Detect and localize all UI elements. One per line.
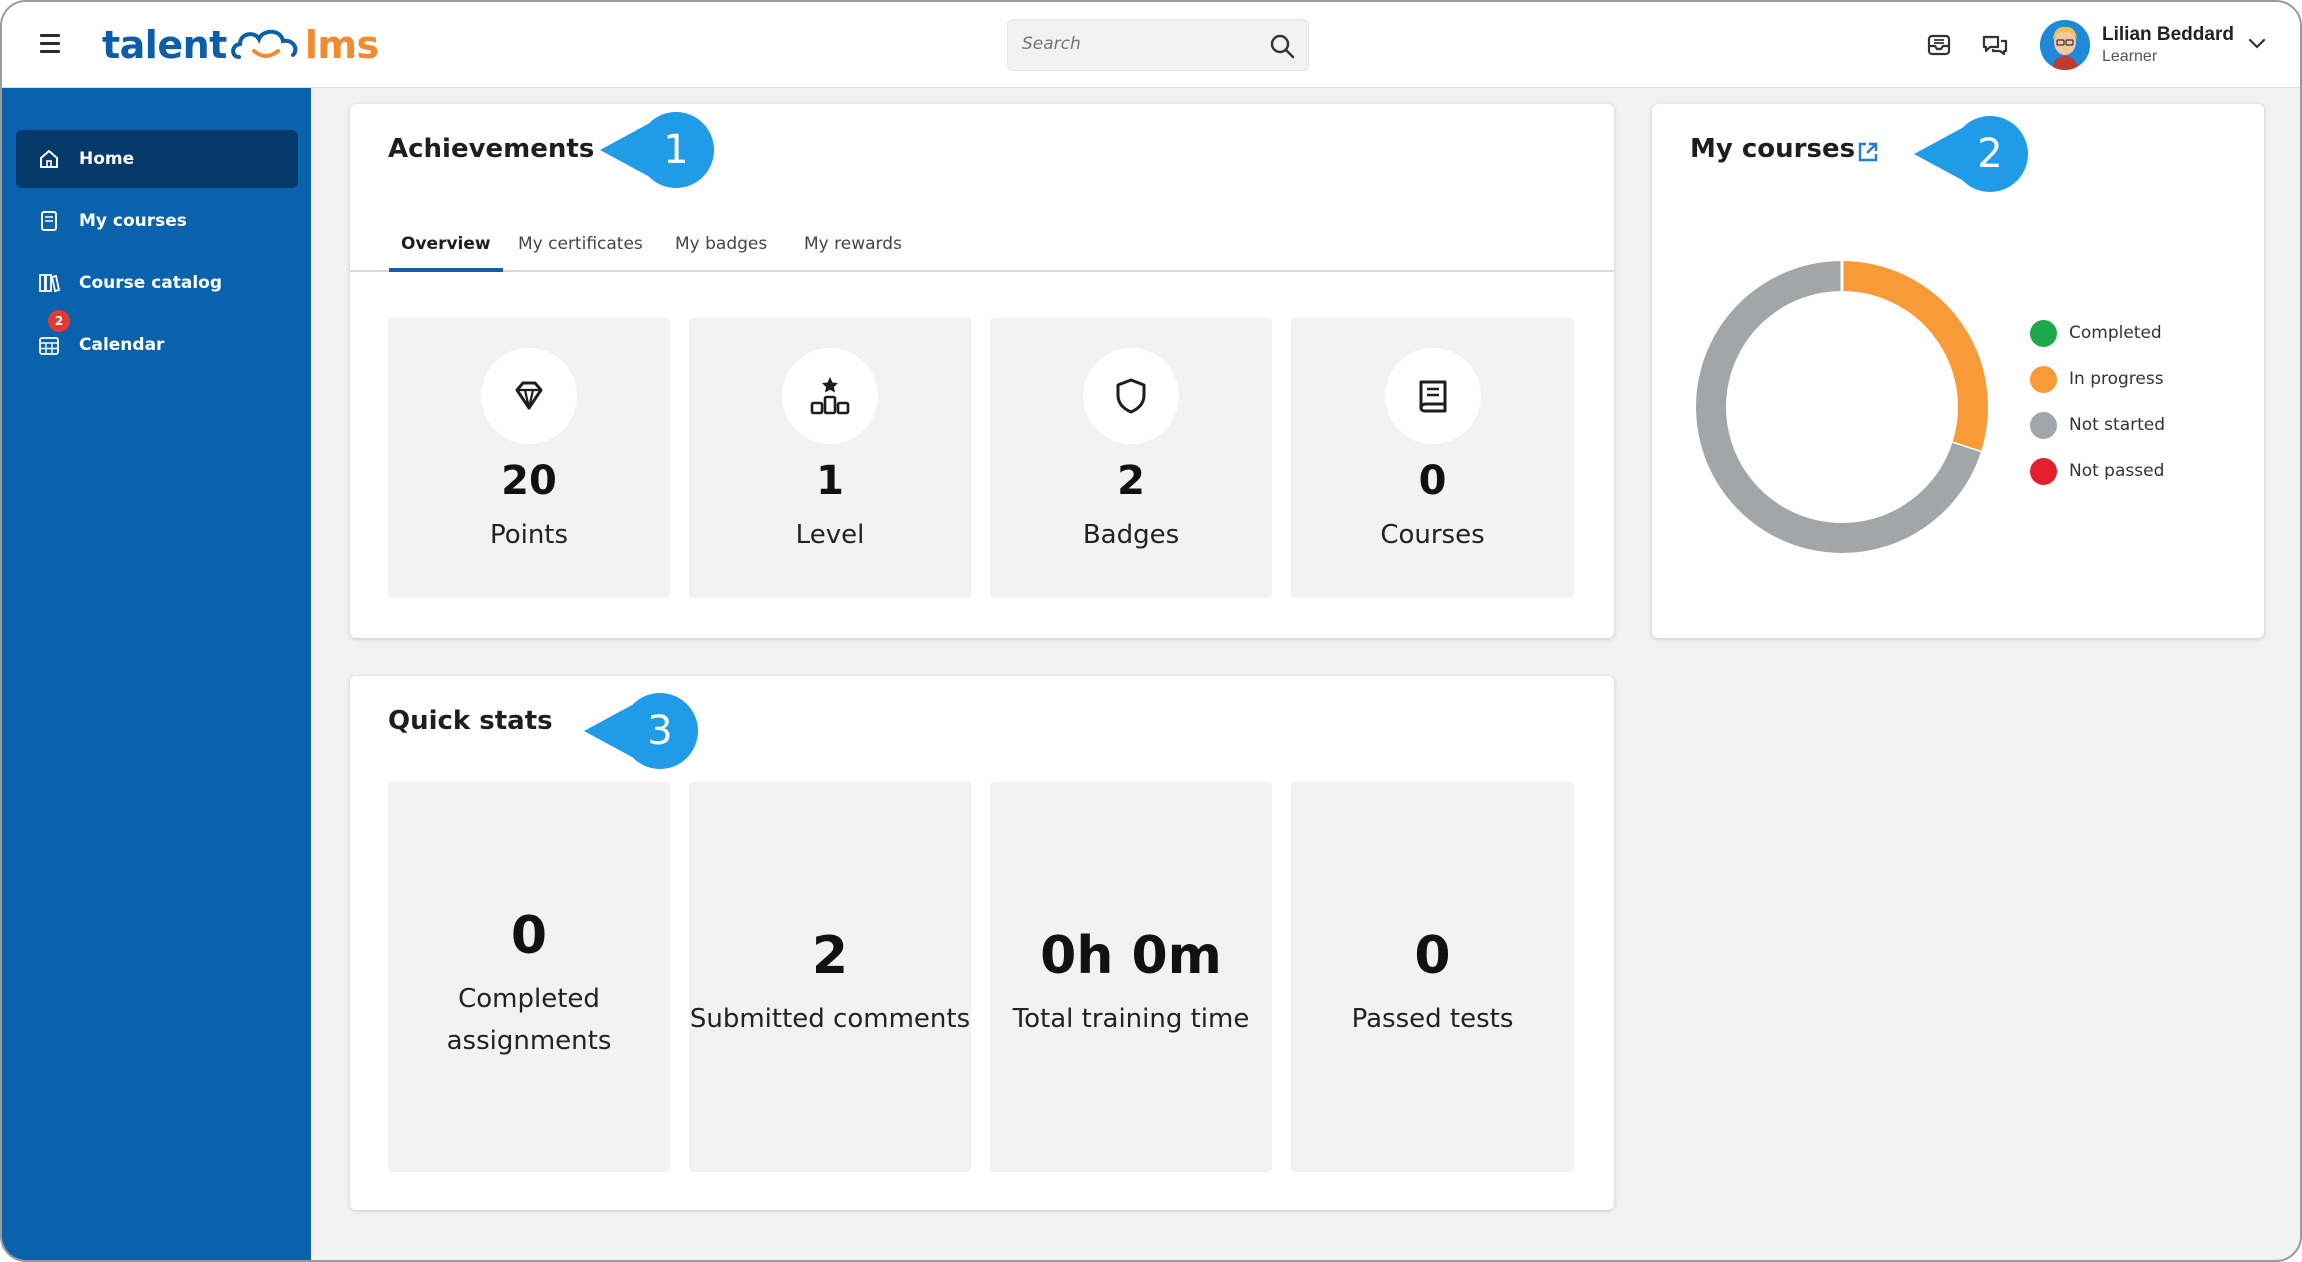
book-icon [41,211,57,231]
inbox-icon[interactable] [1924,30,1954,60]
courses-donut-chart [1696,261,1988,553]
completed-assignments-value: 0 [510,906,548,966]
logo-text-right: lms [304,23,379,67]
badges-value: 2 [1117,458,1145,504]
quick-stats-card: Quick stats 0 Completed assignments 2 Su… [350,676,1614,1210]
callout-number: 1 [663,127,688,173]
chart-legend: Completed In progress Not started Not pa… [2030,310,2165,494]
donut-slice-in-progress[interactable] [1841,261,1988,453]
legend-dot [2030,457,2057,485]
cloud-icon [230,29,298,59]
legend-item-in-progress[interactable]: In progress [2030,356,2165,402]
legend-dot [2030,319,2057,347]
passed-tests-label: Passed tests [1351,1004,1514,1034]
sidebar-item-label: My courses [79,211,187,231]
quick-stats-title: Quick stats [388,706,553,736]
icon-circle [782,348,878,444]
passed-tests-tile[interactable]: 0 Passed tests [1291,782,1574,1172]
badges-tile[interactable]: 2 Badges [990,318,1272,598]
points-label: Points [489,520,569,550]
diamond-icon [515,381,543,410]
callout-number: 3 [647,708,672,754]
legend-label: In progress [2069,369,2164,389]
training-time-tile[interactable]: 0h 0m Total training time [990,782,1272,1172]
level-label: Level [795,520,865,550]
sidebar-item-my-courses[interactable]: My courses [16,192,298,250]
achievements-tabs: Overview My certificates My badges My re… [350,222,1614,272]
legend-item-not-started[interactable]: Not started [2030,402,2165,448]
achievements-title: Achievements [388,134,595,164]
chevron-down-icon[interactable] [2248,38,2266,50]
sidebar-item-label: Calendar [79,335,165,355]
legend-dot [2030,365,2057,393]
points-value: 20 [501,458,557,504]
user-name: Lilian Beddard [2102,24,2234,45]
icon-circle [1384,348,1481,444]
courses-value: 0 [1418,458,1447,504]
level-value: 1 [816,458,844,504]
avatar-image [2040,20,2090,70]
level-tile[interactable]: 1 Level [689,318,971,598]
user-menu[interactable]: Lilian Beddard Learner [2040,16,2234,74]
callout-number: 2 [1977,131,2002,177]
completed-assignments-label-line2: assignments [446,1026,612,1056]
sidebar: Home My courses Course catalog 2 Calenda… [2,88,311,1260]
icon-circle [1083,348,1179,444]
sidebar-item-label: Home [79,149,135,169]
tab-overview[interactable]: Overview [389,234,503,272]
submitted-comments-value: 2 [811,926,849,986]
menu-icon[interactable] [40,34,60,53]
logo-text-left: talent [102,23,227,67]
courses-tile[interactable]: 0 Courses [1291,318,1574,598]
search-input[interactable] [1022,34,1252,54]
book-icon [1419,380,1446,413]
submitted-comments-tile[interactable]: 2 Submitted comments [689,782,971,1172]
legend-item-not-passed[interactable]: Not passed [2030,448,2165,494]
user-role: Learner [2102,48,2158,65]
training-time-label: Total training time [1012,1004,1250,1034]
top-bar: talent lms Search Lilian Beddard Learner [2,2,2300,88]
courses-label: Courses [1380,520,1485,550]
legend-label: Not started [2069,415,2166,435]
callout-marker-2: 2 [1914,116,2028,192]
sidebar-item-course-catalog[interactable]: Course catalog [16,254,298,312]
podium-icon [810,377,850,415]
app-window: talent lms Search Lilian Beddard Learner… [0,0,2302,1262]
logo[interactable]: talent lms [102,20,379,70]
catalog-icon [39,274,60,293]
search-icon[interactable] [1268,32,1296,60]
chat-icon[interactable] [1980,30,2010,60]
completed-assignments-tile[interactable]: 0 Completed assignments [388,782,670,1172]
calendar-icon [39,337,59,355]
shield-icon [1116,378,1146,414]
tab-my-badges[interactable]: My badges [675,234,767,254]
points-tile[interactable]: 20 Points [388,318,670,598]
sidebar-item-calendar[interactable]: 2 Calendar [16,310,298,374]
my-courses-title[interactable]: My courses [1690,134,1855,164]
completed-assignments-label-line1: Completed [458,984,600,1014]
submitted-comments-label: Submitted comments [689,1004,971,1034]
callout-marker-3: 3 [584,693,698,769]
legend-label: Not passed [2069,461,2165,481]
notification-badge: 2 [48,310,70,332]
tab-my-rewards[interactable]: My rewards [804,234,902,254]
badges-label: Badges [1082,520,1180,550]
sidebar-item-home[interactable]: Home [16,130,298,188]
legend-label: Completed [2069,323,2162,343]
legend-item-completed[interactable]: Completed [2030,310,2165,356]
search-box[interactable] [1007,19,1309,71]
training-time-value: 0h 0m [1040,926,1222,986]
achievements-card: Achievements Overview My certificates My… [350,104,1614,638]
external-link-icon[interactable] [1856,140,1880,164]
avatar[interactable] [2040,20,2090,70]
icon-circle [481,348,577,444]
sidebar-item-label: Course catalog [79,273,223,293]
callout-marker-1: 1 [600,112,714,188]
tab-my-certificates[interactable]: My certificates [518,234,643,254]
passed-tests-value: 0 [1414,926,1451,986]
legend-dot [2030,411,2057,439]
home-icon [40,150,58,168]
